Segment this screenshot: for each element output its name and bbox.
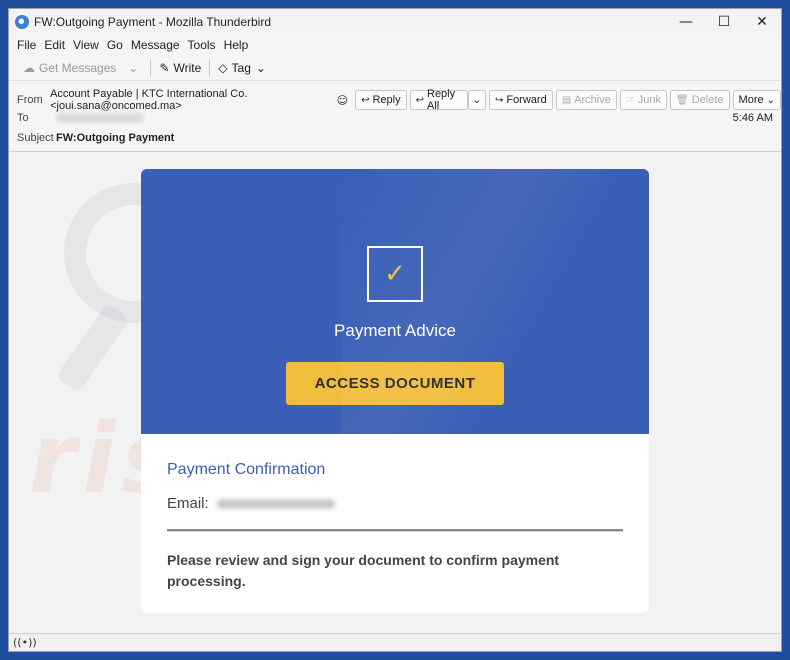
email-card: ✓ Payment Advice ACCESS DOCUMENT Payment… (141, 169, 649, 613)
menu-go[interactable]: Go (103, 38, 127, 52)
menu-file[interactable]: File (13, 38, 40, 52)
checkmark-icon: ✓ (367, 246, 423, 302)
divider (167, 529, 623, 532)
reply-all-icon: ↩ (415, 94, 424, 106)
thunderbird-icon (15, 15, 29, 29)
menu-bar: File Edit View Go Message Tools Help (9, 35, 781, 55)
email-redacted (216, 498, 335, 509)
more-button[interactable]: More ⌄ (732, 90, 781, 110)
online-status-icon[interactable]: ((•)) (13, 636, 37, 649)
review-instructions: Please review and sign your document to … (167, 552, 560, 589)
chevron-down-icon: ⌄ (128, 60, 139, 75)
write-button[interactable]: ✎ Write (153, 57, 207, 79)
subject-value: FW:Outgoing Payment (56, 132, 175, 144)
watermark-magnifier-handle (55, 303, 131, 393)
subject-row: Subject FW:Outgoing Payment (9, 132, 781, 144)
pencil-icon: ✎ (159, 60, 170, 75)
get-messages-button[interactable]: ☁ Get Messages (17, 57, 122, 79)
forward-icon: ↪ (494, 94, 504, 106)
archive-button[interactable]: ▤ Archive (555, 90, 617, 110)
title-bar: FW:Outgoing Payment - Mozilla Thunderbir… (9, 9, 781, 35)
access-document-button[interactable]: ACCESS DOCUMENT (286, 362, 504, 405)
payment-advice-title: Payment Advice (334, 321, 456, 340)
payment-banner: ✓ Payment Advice ACCESS DOCUMENT (141, 169, 649, 434)
reply-all-label: Reply All (427, 88, 456, 112)
get-messages-dropdown[interactable]: ⌄ (122, 57, 148, 79)
contact-icon[interactable]: ☺ (337, 94, 348, 107)
more-label: More (738, 94, 764, 106)
tag-icon: ◇ (218, 60, 228, 75)
reply-button[interactable]: ↩ Reply (355, 90, 407, 110)
email-row: Email: (167, 495, 335, 512)
message-body: risk.com ✓ Payment Advice ACCESS DOCUMEN… (9, 153, 781, 633)
menu-message[interactable]: Message (127, 38, 184, 52)
tag-button[interactable]: ◇ Tag ⌄ (212, 57, 272, 79)
forward-button[interactable]: ↪ Forward (488, 90, 553, 110)
junk-label: Junk (637, 94, 662, 106)
menu-view[interactable]: View (69, 38, 103, 52)
toolbar-separator (209, 59, 211, 76)
trash-icon: 🗑 (676, 94, 689, 106)
junk-icon: ☞ (625, 94, 635, 106)
to-label: To (17, 112, 29, 124)
from-value[interactable]: Account Payable | KTC International Co. … (50, 88, 332, 112)
window-title: FW:Outgoing Payment - Mozilla Thunderbir… (34, 15, 271, 29)
maximize-button[interactable]: ☐ (705, 9, 743, 35)
message-header-pane: From Account Payable | KTC International… (9, 81, 781, 152)
forward-label: Forward (506, 94, 547, 106)
menu-help[interactable]: Help (220, 38, 253, 52)
archive-icon: ▤ (561, 94, 572, 106)
recipient-redacted (56, 113, 144, 123)
menu-edit[interactable]: Edit (40, 38, 69, 52)
delete-button[interactable]: 🗑 Delete (670, 90, 730, 110)
menu-tools[interactable]: Tools (184, 38, 220, 52)
from-row: From Account Payable | KTC International… (9, 88, 781, 112)
subject-label: Subject (17, 132, 54, 144)
payment-confirmation-heading: Payment Confirmation (167, 461, 326, 478)
chevron-down-icon: ⌄ (766, 94, 775, 106)
get-messages-label: Get Messages (39, 60, 117, 75)
tag-label: Tag (231, 60, 251, 75)
write-label: Write (173, 60, 202, 75)
main-toolbar: ☁ Get Messages ⌄ ✎ Write ◇ Tag ⌄ (9, 55, 781, 81)
delete-label: Delete (691, 94, 724, 106)
minimize-button[interactable]: — (667, 9, 705, 35)
reply-icon: ↩ (361, 94, 370, 106)
chevron-down-icon: ⌄ (255, 60, 266, 75)
archive-label: Archive (574, 94, 611, 106)
chevron-down-icon: ⌄ (472, 94, 481, 106)
reply-label: Reply (372, 94, 401, 106)
status-bar: ((•)) (9, 633, 781, 651)
close-button[interactable]: ✕ (743, 9, 781, 35)
email-label: Email: (167, 495, 209, 512)
reply-all-button[interactable]: ↩ Reply All (409, 88, 468, 112)
to-row: To 5:46 AM (9, 112, 781, 124)
from-label: From (17, 94, 43, 106)
get-messages-icon: ☁ (23, 60, 35, 75)
reply-all-dropdown[interactable]: ⌄ (467, 90, 486, 110)
thunderbird-window: FW:Outgoing Payment - Mozilla Thunderbir… (8, 8, 782, 652)
message-time: 5:46 AM (732, 112, 773, 124)
toolbar-separator (150, 59, 152, 76)
junk-button[interactable]: ☞ Junk (619, 90, 668, 110)
